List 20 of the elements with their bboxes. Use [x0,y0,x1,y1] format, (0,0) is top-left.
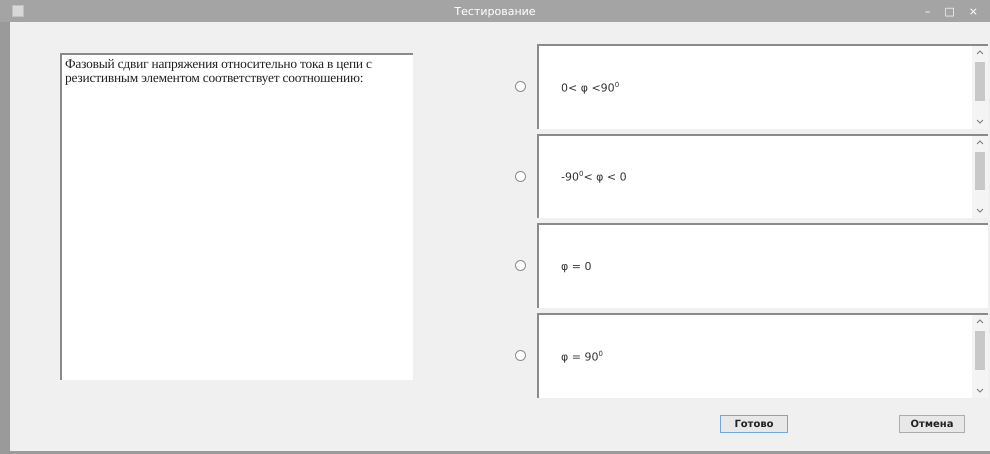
done-button[interactable]: Готово [720,415,788,433]
scrollbar[interactable] [972,46,988,129]
answer-text: -90$^{0}$< φ < 0 [561,170,627,184]
answer-text: φ = 90$^{0}$ [561,350,603,364]
scrollbar[interactable] [972,136,988,218]
radio-button[interactable] [515,260,526,271]
app-icon [12,5,24,17]
answer-text: 0< φ <90$^{0}$ [561,80,620,94]
answer-text: φ = 0 [561,260,592,273]
radio-button[interactable] [515,81,526,92]
cancel-button[interactable]: Отмена [899,415,965,433]
answer-box[interactable]: 0< φ <90$^{0}$ [537,44,988,129]
answer-box[interactable]: φ = 0 [537,223,988,308]
scrollbar[interactable] [972,315,988,398]
radio-button[interactable] [515,170,526,182]
answer-box[interactable]: -90$^{0}$< φ < 0 [537,134,988,218]
answer-box[interactable]: φ = 90$^{0}$ [537,313,988,398]
window-title: Тестирование [454,4,536,18]
radio-button[interactable] [515,350,526,361]
question-text: Фазовый сдвиг напряжения относительно тока в цепи с резистивным элементом соответствует соотношению: [60,53,413,380]
